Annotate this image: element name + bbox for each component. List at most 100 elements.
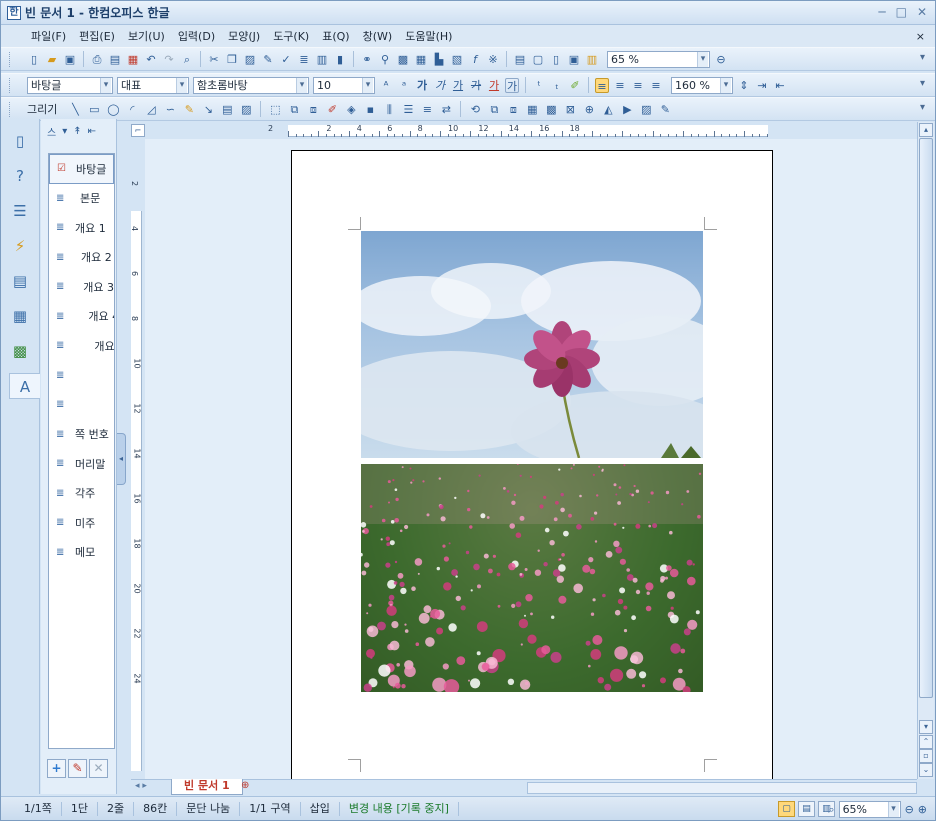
draft-view-icon[interactable]: ▤ — [798, 801, 815, 817]
cosmos-sky-photo[interactable] — [361, 231, 703, 458]
bookmark-icon[interactable]: ⚲ — [378, 52, 392, 67]
strikethrough-button[interactable]: 가 — [469, 78, 483, 93]
object-properties-icon[interactable]: ✎ — [658, 102, 672, 117]
document-workspace[interactable] — [145, 139, 917, 779]
menu-file[interactable]: 파일(F) — [31, 28, 66, 44]
outline-icon[interactable]: ☰ — [7, 198, 33, 224]
font-combo[interactable]: 함초롬바탕 — [193, 76, 309, 94]
dock-icon[interactable]: ⇤ — [88, 126, 96, 137]
decrease-font-icon[interactable]: ᵃ — [397, 78, 411, 93]
image-effect-icon[interactable]: ▨ — [639, 102, 653, 117]
delete-style-button[interactable]: ✕ — [89, 759, 108, 778]
new-tab-icon[interactable]: ⊕ — [241, 780, 249, 791]
shape-edit-icon[interactable]: ◭ — [601, 102, 615, 117]
line-spacing-combo[interactable]: 160 % — [671, 76, 733, 94]
style-item[interactable]: ≣ 각주 — [49, 479, 114, 509]
menu-window[interactable]: 창(W) — [363, 28, 393, 44]
send-back-icon[interactable]: ⧈ — [506, 102, 520, 117]
tab-nav-icon[interactable]: ◂ ▸ — [135, 781, 147, 791]
arc-tool-icon[interactable]: ◜ — [125, 102, 139, 117]
subscript-icon[interactable]: ₜ — [550, 78, 564, 93]
edit-style-button[interactable]: ✎ — [68, 759, 87, 778]
new-document-icon[interactable]: ▯ — [27, 52, 41, 67]
page-setup-icon[interactable]: ▤ — [513, 52, 527, 67]
print-icon[interactable]: ⎙ — [90, 52, 104, 67]
paragraph-style-combo[interactable]: 바탕글 — [27, 76, 113, 94]
superscript-icon[interactable]: ᵗ — [532, 78, 546, 93]
style-item[interactable]: ☑ 바탕글 — [49, 154, 114, 184]
document-page[interactable] — [291, 150, 773, 779]
zoom-in-icon[interactable]: ⊕ — [918, 803, 927, 816]
line-color-icon[interactable]: ✐ — [325, 102, 339, 117]
redo-icon[interactable]: ↷ — [162, 52, 176, 67]
scroll-down-arrow[interactable]: ▾ — [919, 720, 933, 734]
style-item[interactable]: ≣ — [49, 390, 114, 420]
align-left-icon[interactable]: ≡ — [613, 78, 627, 93]
chart-icon[interactable]: ▙ — [432, 52, 446, 67]
language-combo[interactable]: 대표 — [117, 76, 189, 94]
style-item[interactable]: ≣ 머리말 — [49, 449, 114, 479]
menu-table[interactable]: 표(Q) — [322, 28, 349, 44]
fill-color-icon[interactable]: ◈ — [344, 102, 358, 117]
shadow-icon[interactable]: ▪ — [363, 102, 377, 117]
order-icon[interactable]: ▦ — [525, 102, 539, 117]
menu-format[interactable]: 모양(J) — [228, 28, 260, 44]
pdf-icon[interactable]: ▦ — [126, 52, 140, 67]
document-icon[interactable]: ▤ — [7, 268, 33, 294]
presentation-icon[interactable]: ▣ — [567, 52, 581, 67]
connector-tool-icon[interactable]: ↘ — [201, 102, 215, 117]
flip-icon[interactable]: ▩ — [544, 102, 558, 117]
line-tool-icon[interactable]: ╲ — [68, 102, 82, 117]
document-close-button[interactable]: × — [916, 30, 925, 43]
float-icon[interactable]: ↟ — [73, 126, 81, 137]
undo-icon[interactable]: ↶ — [144, 52, 158, 67]
zoom-icon[interactable]: ⌕ — [828, 803, 834, 817]
book-icon[interactable]: ▯ — [7, 128, 33, 154]
highlight-icon[interactable]: ✐ — [568, 78, 582, 93]
polygon-tool-icon[interactable]: ◿ — [144, 102, 158, 117]
align-justify-icon[interactable]: ≡ — [595, 77, 609, 93]
zoom-out-icon[interactable]: ⊖ — [905, 803, 914, 816]
add-style-button[interactable]: + — [47, 759, 66, 778]
rectangle-tool-icon[interactable]: ▭ — [87, 102, 101, 117]
lightning-icon[interactable]: ⚡ — [7, 233, 33, 259]
menu-edit[interactable]: 편집(E) — [79, 28, 115, 44]
style-item[interactable]: ≣ 개요 3 — [49, 272, 114, 302]
page-icon[interactable]: ▯ — [549, 52, 563, 67]
distribute-icon[interactable]: ⊕ — [582, 102, 596, 117]
zoom-tool-icon[interactable]: ⊖ — [714, 52, 728, 67]
pane-collapse-handle[interactable]: ◂ — [117, 433, 126, 485]
dictionary-icon[interactable]: ▥ — [585, 52, 599, 67]
preview-icon[interactable]: ▤ — [108, 52, 122, 67]
page-border-icon[interactable]: ▢ — [531, 52, 545, 67]
draw-menu-button[interactable]: 그리기 — [27, 101, 57, 117]
font-size-combo[interactable]: 10 — [313, 76, 375, 94]
ungroup-icon[interactable]: ⧈ — [306, 102, 320, 117]
bring-front-icon[interactable]: ⧉ — [487, 102, 501, 117]
menu-help[interactable]: 도움말(H) — [405, 28, 452, 44]
vertical-scrollbar[interactable]: ▴ ▾ ⌃ ▫ ⌄ — [917, 122, 934, 779]
toolbar-grip[interactable] — [9, 102, 12, 117]
formula-icon[interactable]: f — [468, 52, 482, 67]
style-item[interactable]: ≣ 개요 5 — [49, 331, 114, 361]
line-style-icon[interactable]: ☰ — [401, 102, 415, 117]
cosmos-field-photo[interactable] — [361, 464, 703, 692]
text-color-button[interactable]: 가 — [487, 78, 501, 93]
scroll-thumb[interactable] — [919, 138, 933, 698]
help-icon[interactable]: ? — [7, 163, 33, 189]
close-button[interactable]: ✕ — [917, 5, 927, 19]
toolbar-grip[interactable] — [9, 52, 12, 67]
pen-tool-icon[interactable]: ✎ — [182, 102, 196, 117]
spellcheck-icon[interactable]: ✓ — [279, 52, 293, 67]
page-down-icon[interactable]: ⌄ — [919, 763, 933, 777]
underline-button[interactable]: 가 — [451, 78, 465, 93]
arrow-style-icon[interactable]: ⇄ — [439, 102, 453, 117]
style-item[interactable]: ≣ 쪽 번호 — [49, 420, 114, 450]
page-up-icon[interactable]: ⌃ — [919, 735, 933, 749]
curve-tool-icon[interactable]: ∽ — [163, 102, 177, 117]
format-painter-icon[interactable]: ✎ — [261, 52, 275, 67]
columns-icon[interactable]: ▮ — [333, 52, 347, 67]
horizontal-ruler[interactable]: 2 2 4 6 8 10 12 14 16 18 — [147, 122, 917, 139]
char-shape-button[interactable]: 가 — [505, 77, 519, 93]
char-map-icon[interactable]: ▥ — [315, 52, 329, 67]
